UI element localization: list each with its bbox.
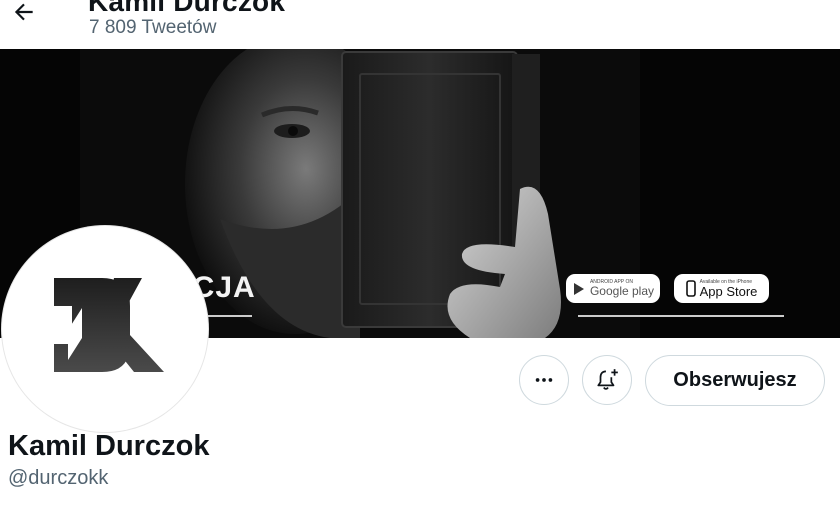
more-horizontal-icon xyxy=(535,378,553,382)
following-button[interactable]: Obserwujesz xyxy=(645,355,825,406)
bell-plus-icon xyxy=(597,369,618,390)
profile-handle: @durczokk xyxy=(8,467,109,489)
app-store-badge[interactable]: Available on the iPhone App Store xyxy=(674,274,769,303)
google-play-badge[interactable]: ANDROID APP ON Google play xyxy=(566,274,660,303)
arrow-left-icon xyxy=(14,3,33,21)
dk-logo xyxy=(54,278,164,372)
back-button[interactable] xyxy=(8,0,40,28)
profile-avatar[interactable] xyxy=(2,226,208,432)
iphone-icon xyxy=(685,280,696,297)
google-play-big: Google play xyxy=(589,284,655,298)
header-title: Kamil Durczok xyxy=(88,0,286,17)
profile-name: Kamil Durczok xyxy=(8,430,210,462)
app-store-big: App Store xyxy=(699,284,758,299)
profile-header: Kamil Durczok 7 809 Tweetów xyxy=(0,0,840,50)
tweets-count: 7 809 Tweetów xyxy=(89,17,217,38)
play-triangle-icon xyxy=(573,282,584,295)
more-button[interactable] xyxy=(519,355,569,405)
notifications-button[interactable] xyxy=(582,355,632,405)
